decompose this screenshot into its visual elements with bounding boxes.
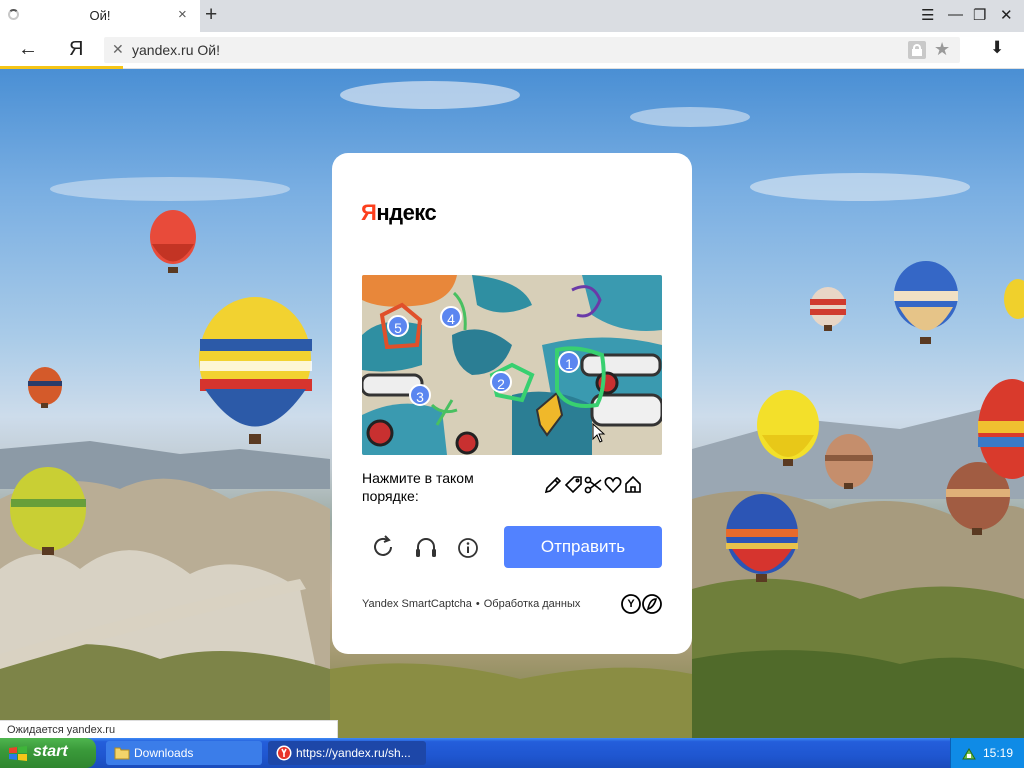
tab-close-icon[interactable]: × (178, 6, 187, 23)
captcha-footer: Yandex SmartCaptcha • Обработка данных (362, 598, 580, 610)
tab-title: Ой! (89, 8, 111, 23)
marker-5[interactable]: 5 (387, 315, 409, 337)
taskbar-item-downloads[interactable]: Downloads (106, 741, 262, 765)
refresh-icon[interactable] (369, 533, 399, 563)
submit-button[interactable]: Отправить (504, 526, 662, 568)
lock-icon[interactable] (908, 41, 926, 59)
system-tray: 15:19 (950, 738, 1024, 768)
new-tab-button[interactable]: + (205, 3, 217, 27)
yandex-logo: Яндекс (361, 200, 437, 225)
taskbar-item-yandex-browser[interactable]: https://yandex.ru/sh... (268, 741, 426, 765)
back-button[interactable]: ← (18, 38, 38, 61)
folder-icon (114, 747, 130, 760)
captcha-puzzle-illustration[interactable] (362, 275, 662, 455)
status-bar: Ожидается yandex.ru (0, 720, 338, 738)
downloads-button[interactable]: ⬇ (990, 38, 1004, 58)
browser-tab[interactable]: Ой! × (0, 0, 200, 32)
scissors-icon (584, 476, 602, 494)
heart-icon (604, 477, 622, 494)
captcha-card: Яндекс 1 2 3 4 5 Нажмите в таком порядке… (332, 153, 692, 654)
yandex-home-button[interactable]: Я (69, 38, 83, 61)
browser-menu-icon[interactable]: ☰ (921, 6, 934, 24)
pencil-icon (544, 476, 562, 494)
browser-toolbar: ← Я ✕ yandex.ru Ой! ★ ⬇ (0, 32, 1024, 69)
taskbar-item-label: https://yandex.ru/sh... (296, 746, 411, 760)
smartcaptcha-brand: Yandex SmartCaptcha (362, 598, 472, 610)
start-button[interactable]: start (0, 738, 96, 768)
minimize-button[interactable]: — (948, 6, 963, 23)
address-text[interactable]: yandex.ru Ой! (132, 42, 220, 58)
marker-2[interactable]: 2 (490, 371, 512, 393)
footer-logos: Y (620, 593, 664, 620)
data-processing-link[interactable]: Обработка данных (484, 598, 581, 610)
marker-4[interactable]: 4 (440, 306, 462, 328)
marker-3[interactable]: 3 (409, 384, 431, 406)
bookmark-star-icon[interactable]: ★ (934, 39, 950, 60)
tag-icon (564, 476, 582, 494)
taskbar: start Downloads https://yandex.ru/sh... … (0, 738, 1024, 768)
footer-separator: • (475, 598, 480, 610)
yandex-browser-icon (276, 745, 292, 761)
mouse-cursor-icon (592, 423, 606, 443)
house-icon (625, 475, 641, 493)
start-label: start (33, 743, 68, 760)
yandex-circle-logo-letter: Y (627, 598, 635, 610)
marker-1[interactable]: 1 (558, 351, 580, 373)
smartcaptcha-circle-logo-icon (642, 594, 662, 614)
info-icon[interactable] (453, 533, 483, 563)
restore-button[interactable]: ❐ (973, 6, 986, 24)
address-bar[interactable]: ✕ yandex.ru Ой! ★ (104, 37, 960, 63)
windows-logo-icon (9, 746, 27, 761)
captcha-instruction: Нажмите в таком порядке: (362, 470, 474, 504)
captcha-image[interactable]: 1 2 3 4 5 (362, 275, 662, 455)
icon-sequence (544, 475, 644, 500)
audio-headphones-icon[interactable] (411, 533, 441, 563)
tab-strip: Ой! × + ☰ — ❐ ✕ (0, 0, 1024, 32)
network-tray-icon[interactable] (961, 745, 977, 761)
close-window-button[interactable]: ✕ (1000, 6, 1013, 24)
clear-address-icon[interactable]: ✕ (112, 41, 124, 58)
clock: 15:19 (983, 746, 1014, 760)
taskbar-item-label: Downloads (134, 746, 194, 760)
